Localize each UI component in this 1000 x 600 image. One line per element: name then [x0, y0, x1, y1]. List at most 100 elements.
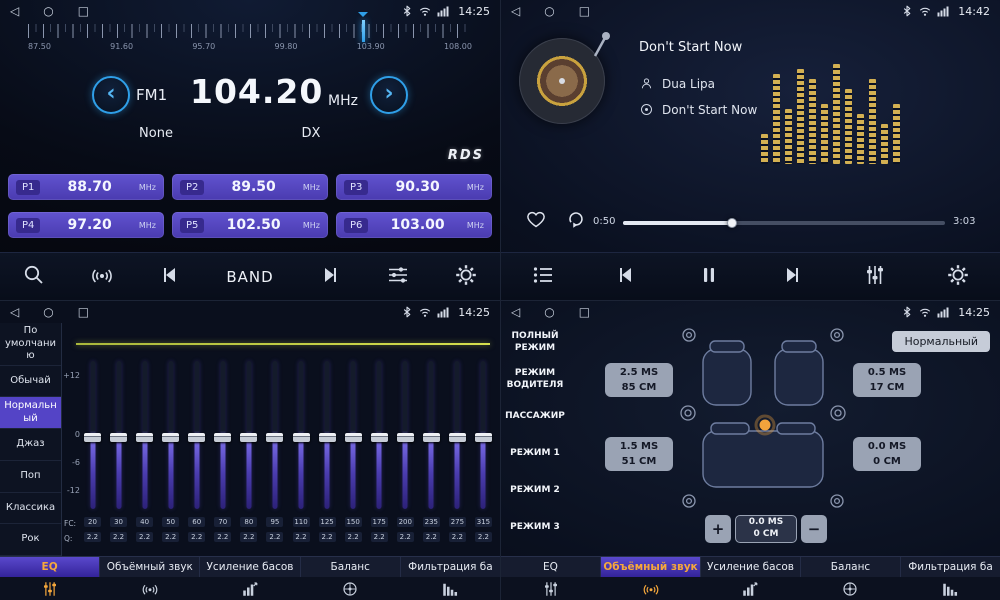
- eq-band-slider[interactable]: [84, 357, 101, 513]
- settings-button[interactable]: [454, 263, 478, 291]
- tab-eq[interactable]: EQ: [0, 557, 100, 577]
- mode-passenger[interactable]: ПАССАЖИР: [501, 399, 569, 433]
- recents-icon[interactable]: □: [579, 0, 590, 22]
- equalizer-icon[interactable]: [501, 580, 601, 598]
- preset-button-p1[interactable]: P1 88.70 MHz: [8, 174, 164, 200]
- surround-sound-icon[interactable]: [601, 580, 701, 598]
- bass-boost-icon[interactable]: [701, 580, 801, 598]
- eq-band-slider[interactable]: [293, 357, 310, 513]
- back-icon[interactable]: ◁: [511, 301, 520, 323]
- preset-button-p3[interactable]: P3 90.30 MHz: [336, 174, 492, 200]
- equalizer-icon[interactable]: [0, 580, 100, 598]
- balance-icon[interactable]: [300, 580, 400, 598]
- eq-preset-pop[interactable]: Поп: [0, 461, 61, 493]
- delay-rear-right[interactable]: 0.0 MS 0 CM: [853, 437, 921, 471]
- tab-filter[interactable]: Фильтрация ба: [901, 557, 1000, 577]
- preset-button-p2[interactable]: P2 89.50 MHz: [172, 174, 328, 200]
- settings-button[interactable]: [946, 263, 970, 291]
- mode-3[interactable]: РЕЖИМ 3: [501, 510, 569, 544]
- playlist-button[interactable]: [531, 263, 555, 291]
- home-icon[interactable]: ○: [43, 0, 53, 22]
- tab-bass-boost[interactable]: Усиление басов: [701, 557, 801, 577]
- eq-band-slider[interactable]: [136, 357, 153, 513]
- increase-delay-button[interactable]: +: [705, 515, 731, 543]
- mode-1[interactable]: РЕЖИМ 1: [501, 436, 569, 470]
- preset-scan-button[interactable]: [90, 263, 114, 291]
- delay-front-left[interactable]: 2.5 MS 85 CM: [605, 363, 673, 397]
- delay-rear-left[interactable]: 1.5 MS 51 CM: [605, 437, 673, 471]
- eq-band-slider[interactable]: [110, 357, 127, 513]
- eq-sliders: [84, 357, 492, 513]
- eq-preset-jazz[interactable]: Джаз: [0, 429, 61, 461]
- sound-profile-button[interactable]: Нормальный: [892, 331, 990, 352]
- eq-band-slider[interactable]: [475, 357, 492, 513]
- tab-filter[interactable]: Фильтрация ба: [401, 557, 500, 577]
- preset-button-p5[interactable]: P5 102.50 MHz: [172, 212, 328, 238]
- eq-preset-normal[interactable]: Нормальный: [0, 397, 61, 429]
- search-button[interactable]: [22, 263, 46, 291]
- filter-icon[interactable]: [900, 580, 1000, 598]
- recents-icon[interactable]: □: [78, 301, 89, 323]
- signal-icon: [437, 5, 449, 17]
- eq-band-slider[interactable]: [266, 357, 283, 513]
- preset-frequency: 103.00: [374, 217, 460, 233]
- pause-button[interactable]: [697, 263, 721, 291]
- recents-icon[interactable]: □: [78, 0, 89, 22]
- eq-band-slider[interactable]: [188, 357, 205, 513]
- balance-icon[interactable]: [800, 580, 900, 598]
- scale-label: 99.80: [275, 42, 298, 51]
- eq-band-slider[interactable]: [397, 357, 414, 513]
- back-icon[interactable]: ◁: [10, 301, 19, 323]
- mode-driver[interactable]: РЕЖИМ ВОДИТЕЛЯ: [501, 362, 569, 396]
- eq-band-slider[interactable]: [449, 357, 466, 513]
- previous-station-button[interactable]: [158, 263, 182, 291]
- filter-icon[interactable]: [400, 580, 500, 598]
- band-button[interactable]: BAND: [226, 268, 273, 286]
- progress-knob[interactable]: [727, 218, 737, 228]
- eq-preset-default[interactable]: По умолчанию: [0, 323, 61, 366]
- preset-frequency: 97.20: [46, 217, 132, 233]
- audio-effects-button[interactable]: [863, 263, 887, 291]
- mode-full[interactable]: ПОЛНЫЙ РЕЖИМ: [501, 325, 569, 359]
- progress-bar[interactable]: [623, 221, 945, 225]
- bass-boost-icon[interactable]: [200, 580, 300, 598]
- eq-band-slider[interactable]: [214, 357, 231, 513]
- tab-balance[interactable]: Баланс: [801, 557, 901, 577]
- seek-up-button[interactable]: ›: [370, 76, 408, 114]
- preset-button-p4[interactable]: P4 97.20 MHz: [8, 212, 164, 238]
- tab-eq[interactable]: EQ: [501, 557, 601, 577]
- preset-button-p6[interactable]: P6 103.00 MHz: [336, 212, 492, 238]
- eq-preset-classic[interactable]: Классика: [0, 493, 61, 525]
- home-icon[interactable]: ○: [43, 301, 53, 323]
- tab-bass-boost[interactable]: Усиление басов: [200, 557, 300, 577]
- home-icon[interactable]: ○: [544, 0, 554, 22]
- eq-band-slider[interactable]: [162, 357, 179, 513]
- delay-front-right[interactable]: 0.5 MS 17 CM: [853, 363, 921, 397]
- back-icon[interactable]: ◁: [10, 0, 19, 22]
- seek-down-button[interactable]: ‹: [92, 76, 130, 114]
- favorite-button[interactable]: [525, 208, 547, 234]
- back-icon[interactable]: ◁: [511, 0, 520, 22]
- home-icon[interactable]: ○: [544, 301, 554, 323]
- eq-band-slider[interactable]: [345, 357, 362, 513]
- decrease-delay-button[interactable]: −: [801, 515, 827, 543]
- eq-band-slider[interactable]: [319, 357, 336, 513]
- frequency-ruler[interactable]: [28, 24, 472, 38]
- repeat-button[interactable]: [565, 208, 587, 234]
- tab-surround[interactable]: Объёмный звук: [100, 557, 200, 577]
- eq-preset-custom[interactable]: Обычай: [0, 366, 61, 398]
- tonearm-icon: [587, 30, 613, 60]
- next-track-button[interactable]: [780, 263, 804, 291]
- tab-balance[interactable]: Баланс: [301, 557, 401, 577]
- recents-icon[interactable]: □: [579, 301, 590, 323]
- previous-track-button[interactable]: [614, 263, 638, 291]
- tune-options-button[interactable]: [386, 263, 410, 291]
- next-station-button[interactable]: [318, 263, 342, 291]
- mode-2[interactable]: РЕЖИМ 2: [501, 473, 569, 507]
- eq-band-slider[interactable]: [371, 357, 388, 513]
- tab-surround[interactable]: Объёмный звук: [601, 557, 701, 577]
- eq-preset-rock[interactable]: Рок: [0, 524, 61, 556]
- surround-sound-icon[interactable]: [100, 580, 200, 598]
- eq-band-slider[interactable]: [423, 357, 440, 513]
- eq-band-slider[interactable]: [240, 357, 257, 513]
